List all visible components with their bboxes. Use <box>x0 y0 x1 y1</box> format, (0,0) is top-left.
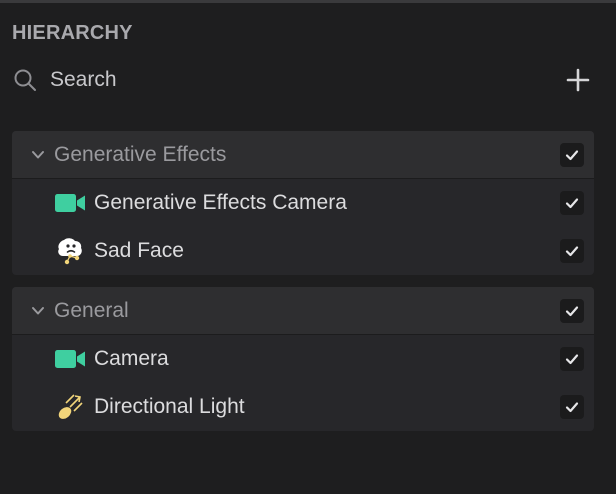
item-label: Directional Light <box>94 395 245 418</box>
chevron-down-icon[interactable] <box>30 304 46 318</box>
list-item[interactable]: Directional Light <box>12 383 594 431</box>
visibility-checkbox[interactable] <box>560 395 584 419</box>
checkmark-icon <box>565 246 579 257</box>
face-effect-icon <box>54 237 86 265</box>
list-item[interactable]: Sad Face <box>12 227 594 275</box>
visibility-checkbox[interactable] <box>560 191 584 215</box>
hierarchy-panel: HIERARCHY Search Generative Effects Gene… <box>0 0 616 494</box>
search-icon <box>12 67 38 93</box>
search-placeholder: Search <box>50 68 117 91</box>
item-label: Camera <box>94 347 169 370</box>
list-item[interactable]: Camera <box>12 335 594 383</box>
directional-light-icon <box>54 393 86 421</box>
group-generative-effects: Generative Effects Generative Effects Ca… <box>12 131 594 275</box>
group-general: General Camera Directional Light <box>12 287 594 431</box>
visibility-checkbox[interactable] <box>560 239 584 263</box>
item-label: Generative Effects Camera <box>94 191 347 214</box>
visibility-checkbox[interactable] <box>560 347 584 371</box>
checkmark-icon <box>565 402 579 413</box>
list-item[interactable]: Generative Effects Camera <box>12 179 594 227</box>
checkmark-icon <box>565 305 579 316</box>
visibility-checkbox[interactable] <box>560 298 584 323</box>
plus-icon <box>566 68 590 92</box>
camera-icon <box>54 189 86 217</box>
group-header[interactable]: Generative Effects <box>12 131 594 179</box>
panel-title: HIERARCHY <box>12 22 133 44</box>
group-label: Generative Effects <box>54 142 227 166</box>
visibility-checkbox[interactable] <box>560 142 584 167</box>
group-label: General <box>54 298 129 322</box>
item-label: Sad Face <box>94 239 184 262</box>
checkmark-icon <box>565 354 579 365</box>
chevron-down-icon[interactable] <box>30 148 46 162</box>
checkmark-icon <box>565 198 579 209</box>
camera-icon <box>54 345 86 373</box>
group-header[interactable]: General <box>12 287 594 335</box>
checkmark-icon <box>565 149 579 160</box>
search-input[interactable]: Search <box>12 65 592 95</box>
add-object-button[interactable] <box>563 65 593 95</box>
